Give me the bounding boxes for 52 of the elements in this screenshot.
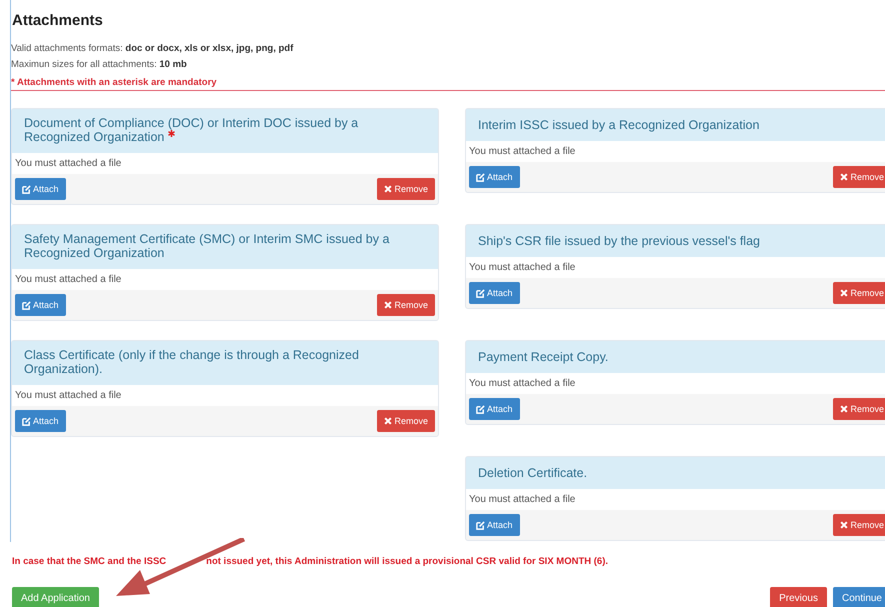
- attach-button[interactable]: Attach: [15, 410, 66, 432]
- attach-button[interactable]: Attach: [469, 514, 520, 536]
- close-icon: [384, 301, 392, 309]
- edit-icon: [476, 404, 485, 414]
- asterisk-icon: [168, 130, 176, 137]
- close-icon: [840, 173, 848, 181]
- file-message: You must attached a file: [466, 489, 885, 510]
- file-message: You must attached a file: [466, 141, 885, 162]
- close-icon: [840, 405, 848, 413]
- provisional-note: not issued yet, this Administration will issued a provisional CSR valid for SIX MONTH (6).: [206, 556, 608, 567]
- file-message: You must attached a file: [12, 385, 438, 406]
- attach-button[interactable]: Attach: [469, 398, 520, 420]
- edit-icon: [22, 300, 31, 310]
- remove-button[interactable]: Remove: [833, 282, 885, 304]
- panel-title: Payment Receipt Copy.: [478, 350, 608, 364]
- panel-title: Ship's CSR file issued by the previous vessel's flag: [478, 234, 760, 248]
- close-icon: [384, 417, 392, 425]
- section-title: Attachments: [12, 12, 104, 29]
- panel-title: Class Certificate (only if the change is through a Recognized Organization).: [24, 348, 360, 376]
- provisional-note: In case that the SMC and the ISSC: [12, 556, 166, 567]
- add-application-button[interactable]: Add Application: [12, 587, 99, 607]
- close-icon: [384, 185, 392, 193]
- edit-icon: [476, 520, 485, 530]
- close-icon: [840, 521, 848, 529]
- panel-title: Deletion Certificate.: [478, 466, 588, 480]
- info-text: Valid attachments formats: doc or docx, xls or xlsx, jpg, png, pdf: [11, 42, 294, 56]
- file-message: You must attached a file: [12, 153, 438, 174]
- remove-button[interactable]: Remove: [377, 294, 435, 316]
- panel-title: Document of Compliance (DOC) or Interim DOC issued by a Recognized Organization: [24, 116, 360, 144]
- previous-button[interactable]: Previous: [770, 587, 827, 607]
- info-text: Maximun sizes for all attachments: 10 mb: [11, 58, 188, 72]
- attach-button[interactable]: Attach: [15, 178, 66, 200]
- edit-icon: [22, 184, 31, 194]
- attach-button[interactable]: Attach: [469, 282, 520, 304]
- continue-button[interactable]: Continue: [832, 587, 885, 607]
- remove-button[interactable]: Remove: [833, 398, 885, 420]
- edit-icon: [476, 172, 485, 182]
- edit-icon: [22, 416, 31, 426]
- attach-button[interactable]: Attach: [15, 294, 66, 316]
- file-message: You must attached a file: [466, 257, 885, 278]
- panel-title: Interim ISSC issued by a Recognized Organization: [478, 118, 760, 132]
- remove-button[interactable]: Remove: [377, 178, 435, 200]
- file-message: You must attached a file: [12, 269, 438, 290]
- close-icon: [840, 289, 848, 297]
- edit-icon: [476, 288, 485, 298]
- mandatory-note: * Attachments with an asterisk are mandatory: [11, 77, 885, 91]
- panel-title: Safety Management Certificate (SMC) or Interim SMC issued by a Recognized Organization: [24, 232, 390, 260]
- file-message: You must attached a file: [466, 373, 885, 394]
- remove-button[interactable]: Remove: [833, 166, 885, 188]
- remove-button[interactable]: Remove: [833, 514, 885, 536]
- remove-button[interactable]: Remove: [377, 410, 435, 432]
- attach-button[interactable]: Attach: [469, 166, 520, 188]
